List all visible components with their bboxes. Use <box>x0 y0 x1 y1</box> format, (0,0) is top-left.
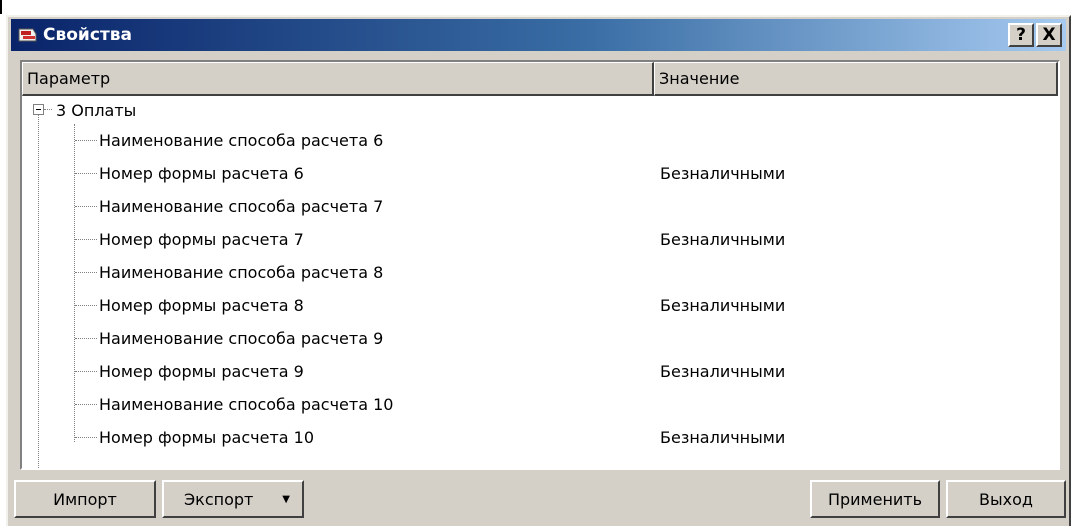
tree-connector <box>75 305 97 306</box>
param-name: Номер формы расчета 6 <box>99 164 304 183</box>
column-header-parameter[interactable]: Параметр <box>22 62 654 96</box>
tree-connector <box>75 140 97 141</box>
close-button[interactable]: X <box>1036 23 1062 47</box>
tree-connector <box>75 437 97 438</box>
help-button[interactable]: ? <box>1008 23 1034 47</box>
tree-connector <box>75 239 97 240</box>
tree-connector <box>44 109 52 110</box>
tree-connector <box>75 338 97 339</box>
param-name: Номер формы расчета 9 <box>99 362 304 381</box>
param-name: Наименование способа расчета 7 <box>99 197 384 216</box>
table-row[interactable]: Номер формы расчета 6 Безналичными <box>22 157 1058 190</box>
param-value[interactable]: Безналичными <box>660 296 785 315</box>
table-row[interactable]: Номер формы расчета 10 Безналичными <box>22 421 1058 454</box>
column-header-value[interactable]: Значение <box>654 62 1058 96</box>
import-button[interactable]: Импорт <box>14 480 156 518</box>
window-edge-mark <box>0 0 2 14</box>
param-name: Наименование способа расчета 9 <box>99 329 384 348</box>
table-row[interactable]: Номер формы расчета 8 Безналичными <box>22 289 1058 322</box>
param-value[interactable]: Безналичными <box>660 230 785 249</box>
tree-node-label: 3 Оплаты <box>56 100 137 120</box>
tree-connector <box>75 173 97 174</box>
param-name: Наименование способа расчета 8 <box>99 263 384 282</box>
tree-connector <box>75 272 97 273</box>
table-row[interactable]: Наименование способа расчета 7 <box>22 190 1058 223</box>
table-row[interactable]: Наименование способа расчета 10 <box>22 388 1058 421</box>
param-name: Наименование способа расчета 6 <box>99 131 384 150</box>
properties-grid[interactable]: Параметр Значение 3 Оплаты Наименование … <box>20 60 1060 470</box>
tree-connector <box>75 371 97 372</box>
table-row[interactable]: Наименование способа расчета 9 <box>22 322 1058 355</box>
properties-dialog: Свойства ? X Параметр Значение 3 Оплаты … <box>6 15 1071 526</box>
exit-button[interactable]: Выход <box>946 480 1066 518</box>
tree-connector <box>75 404 97 405</box>
dropdown-arrow-icon[interactable]: ▼ <box>282 494 290 505</box>
param-name: Наименование способа расчета 10 <box>99 395 394 414</box>
tree: 3 Оплаты Наименование способа расчета 6 … <box>22 96 1058 468</box>
window-title: Свойства <box>43 25 132 45</box>
apply-button[interactable]: Применить <box>810 480 940 518</box>
table-row[interactable]: Наименование способа расчета 8 <box>22 256 1058 289</box>
param-name: Номер формы расчета 7 <box>99 230 304 249</box>
button-bar: Импорт Экспорт ▼ Применить Выход <box>8 474 1069 528</box>
table-row[interactable]: Наименование способа расчета 6 <box>22 124 1058 157</box>
export-label: Экспорт <box>184 489 254 509</box>
app-icon <box>17 24 39 46</box>
export-button[interactable]: Экспорт ▼ <box>162 480 304 518</box>
title-bar: Свойства ? X <box>11 19 1066 51</box>
table-row[interactable]: Номер формы расчета 9 Безналичными <box>22 355 1058 388</box>
param-value[interactable]: Безналичными <box>660 362 785 381</box>
param-value[interactable]: Безналичными <box>660 164 785 183</box>
table-row[interactable]: Номер формы расчета 7 Безналичными <box>22 223 1058 256</box>
param-name: Номер формы расчета 8 <box>99 296 304 315</box>
tree-node-payments[interactable]: 3 Оплаты <box>22 96 1058 124</box>
param-name: Номер формы расчета 10 <box>99 428 315 447</box>
param-value[interactable]: Безналичными <box>660 428 785 447</box>
grid-header: Параметр Значение <box>22 62 1058 96</box>
tree-connector <box>75 206 97 207</box>
collapse-icon[interactable] <box>33 104 44 115</box>
